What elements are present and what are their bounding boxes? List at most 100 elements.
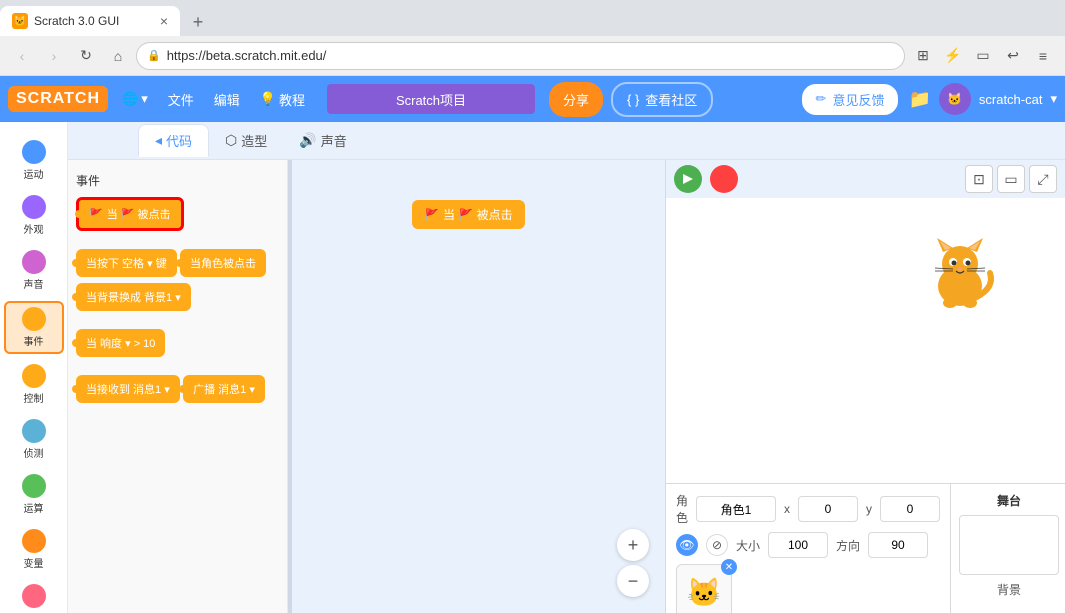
category-motion[interactable]: 运动	[4, 136, 64, 185]
category-control[interactable]: 控制	[4, 360, 64, 409]
tutorial-menu-item[interactable]: 💡 教程	[252, 86, 313, 113]
scratch-logo[interactable]: SCRATCH	[8, 86, 108, 112]
browser-toolbar: ‹ › ↻ ⌂ 🔒 https://beta.scratch.mit.edu/ …	[0, 36, 1065, 76]
tab-sound[interactable]: 🔊 声音	[283, 125, 362, 156]
header-right: ✏ 意见反馈 📁 🐱 scratch-cat ▾	[800, 82, 1057, 117]
ghost-sprite-button[interactable]: ⊘	[706, 534, 728, 556]
bookmark-button[interactable]: ⚡	[939, 42, 967, 70]
block-when-loudness[interactable]: 当 响度 ▾ > 10	[76, 329, 165, 357]
block-broadcast[interactable]: 广播 消息1 ▾	[183, 375, 265, 403]
tab-code[interactable]: ◂ 代码	[138, 124, 209, 157]
code-tab-icon: ◂	[155, 132, 162, 149]
sensing-label: 侦测	[24, 445, 44, 460]
costume-tab-label: 造型	[241, 131, 267, 150]
control-dot	[22, 364, 46, 388]
category-events[interactable]: 事件	[4, 301, 64, 354]
category-custom[interactable]: 自制积木	[4, 580, 64, 613]
refresh-button[interactable]: ↻	[72, 42, 100, 70]
sprite-label: 角色	[676, 492, 688, 526]
feedback-button[interactable]: ✏ 意见反馈	[800, 82, 901, 117]
operators-label: 运算	[24, 500, 44, 515]
tab-costume[interactable]: ⬡ 造型	[209, 125, 283, 156]
scratch-header: SCRATCH 🌐 ▾ 文件 编辑 💡 教程 分享 { }	[0, 76, 1065, 122]
sprite-thumbnails: 🐱 ✕	[676, 564, 940, 613]
new-tab-button[interactable]: +	[184, 8, 212, 36]
back-button[interactable]: ‹	[8, 42, 36, 70]
variables-dot	[22, 529, 46, 553]
sound-dot	[22, 250, 46, 274]
zoom-in-button[interactable]: +	[617, 529, 649, 561]
show-sprite-button[interactable]: 👁	[676, 534, 698, 556]
green-flag-button[interactable]	[674, 165, 702, 193]
globe-menu-item[interactable]: 🌐 ▾	[114, 87, 156, 111]
sprite-name-row: 角色 x y	[676, 492, 940, 526]
forward-button[interactable]: ›	[40, 42, 68, 70]
block-when-backdrop[interactable]: 当背景换成 背景1 ▾	[76, 283, 191, 311]
block-when-clicked[interactable]: 当角色被点击	[180, 249, 266, 277]
sprite-name-input[interactable]	[696, 496, 776, 522]
browser-tab-scratch[interactable]: 🐱 Scratch 3.0 GUI ×	[0, 6, 180, 36]
stage-controls	[674, 165, 738, 193]
stage-canvas[interactable]	[666, 198, 1065, 483]
sound-label: 声音	[24, 276, 44, 291]
community-button[interactable]: { } 查看社区	[611, 82, 713, 117]
stage-fullscreen-button[interactable]: ⤢	[1029, 165, 1057, 193]
stage-collapse-button[interactable]: ▭	[997, 165, 1025, 193]
folder-icon-button[interactable]: 📁	[908, 89, 930, 110]
community-icon: { }	[627, 92, 639, 107]
block-when-flag[interactable]: 🚩 当 🚩 被点击	[76, 197, 184, 231]
events-label: 事件	[24, 333, 44, 348]
custom-dot	[22, 584, 46, 608]
undo-button[interactable]: ↩	[999, 42, 1027, 70]
category-sensing[interactable]: 侦测	[4, 415, 64, 464]
reader-button[interactable]: ▭	[969, 42, 997, 70]
control-label: 控制	[24, 390, 44, 405]
edit-menu-item[interactable]: 编辑	[206, 86, 248, 113]
x-input[interactable]	[798, 496, 858, 522]
sprite-controls-row: 👁 ⊘ 大小 方向	[676, 532, 940, 558]
sprite-thumb-1[interactable]: 🐱 ✕	[676, 564, 732, 613]
direction-input[interactable]	[868, 532, 928, 558]
category-operators[interactable]: 运算	[4, 470, 64, 519]
category-sidebar: 运动 外观 声音 事件 控制 侦测	[0, 122, 68, 613]
sprite-info-panel: 角色 x y 👁 ⊘ 大小	[666, 484, 950, 613]
stage-restore-button[interactable]: ⊡	[965, 165, 993, 193]
category-variables[interactable]: 变量	[4, 525, 64, 574]
zoom-out-button[interactable]: −	[617, 565, 649, 597]
category-sound[interactable]: 声音	[4, 246, 64, 295]
menu-button[interactable]: ≡	[1029, 42, 1057, 70]
share-button[interactable]: 分享	[549, 82, 603, 117]
events-dot	[22, 307, 46, 331]
blocks-panel: 事件 🚩 当 🚩 被点击 当按下 空格 ▾ 键 当角色被点击 当背景换成 背景1…	[68, 160, 288, 613]
y-label: y	[866, 502, 872, 516]
script-area[interactable]: 🚩 当 🚩 被点击 ▾ × 和果果一起学编程	[292, 160, 665, 613]
toolbar-icons: ⊞ ⚡ ▭ ↩ ≡	[909, 42, 1057, 70]
canvas-block-when-flag[interactable]: 🚩 当 🚩 被点击	[412, 200, 525, 229]
category-looks[interactable]: 外观	[4, 191, 64, 240]
stop-button[interactable]	[710, 165, 738, 193]
block-when-key[interactable]: 当按下 空格 ▾ 键	[76, 249, 177, 277]
user-dropdown-icon[interactable]: ▾	[1050, 91, 1057, 107]
canvas-when-flag-block[interactable]: 🚩 当 🚩 被点击	[412, 200, 525, 229]
user-avatar[interactable]: 🐱	[939, 83, 971, 115]
code-tab-label: 代码	[166, 131, 192, 150]
tab-title: Scratch 3.0 GUI	[34, 14, 154, 28]
address-text: https://beta.scratch.mit.edu/	[167, 48, 327, 63]
stage-mini-preview[interactable]	[959, 515, 1059, 575]
size-input[interactable]	[768, 532, 828, 558]
project-name-input[interactable]	[327, 84, 535, 114]
address-bar[interactable]: 🔒 https://beta.scratch.mit.edu/	[136, 42, 905, 70]
extensions-button[interactable]: ⊞	[909, 42, 937, 70]
tab-close-button[interactable]: ×	[160, 13, 168, 29]
scratch-tabs: ◂ 代码 ⬡ 造型 🔊 声音	[68, 122, 1065, 160]
size-label: 大小	[736, 537, 760, 554]
globe-dropdown-icon: ▾	[141, 91, 148, 107]
user-name[interactable]: scratch-cat	[979, 92, 1043, 107]
sprite-panel: 角色 x y 👁 ⊘ 大小	[666, 483, 1065, 613]
y-input[interactable]	[880, 496, 940, 522]
sensing-dot	[22, 419, 46, 443]
file-menu-item[interactable]: 文件	[160, 86, 202, 113]
home-button[interactable]: ⌂	[104, 42, 132, 70]
block-when-broadcast[interactable]: 当接收到 消息1 ▾	[76, 375, 180, 403]
flag-icon-block: 🚩	[89, 208, 103, 221]
